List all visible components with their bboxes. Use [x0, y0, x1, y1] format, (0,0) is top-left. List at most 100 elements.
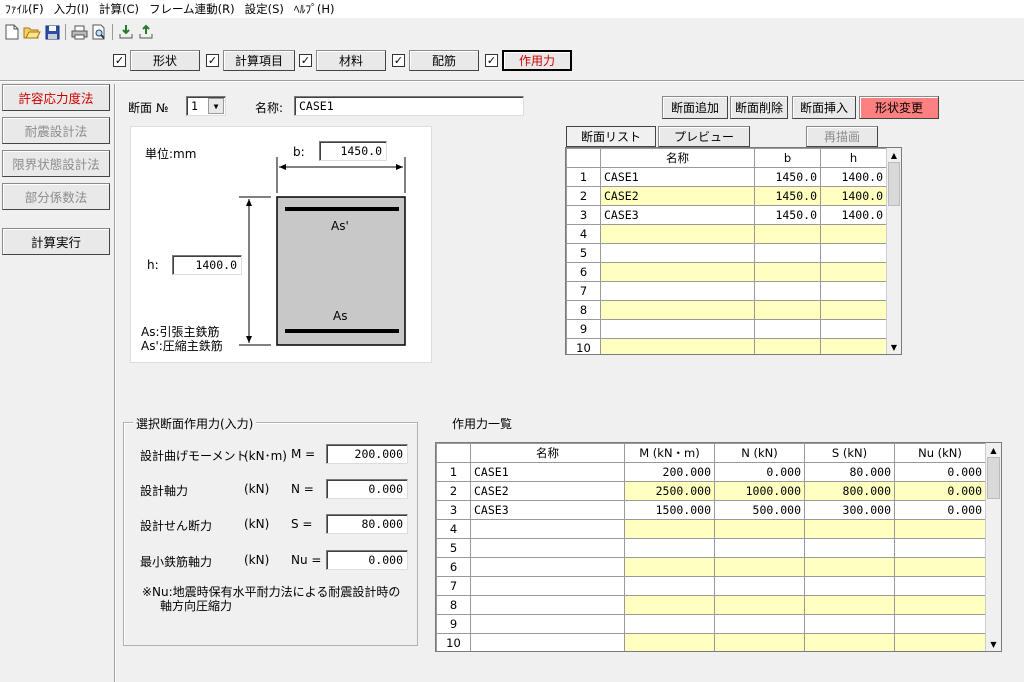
tab-force[interactable]: 作用力	[502, 50, 572, 71]
section-list-scrollbar[interactable]: ▲ ▼	[886, 148, 901, 354]
table-row[interactable]: 2 CASE2 2500.000 1000.000 800.000 0.000	[436, 481, 986, 501]
moment-cell[interactable]	[624, 633, 715, 651]
shear-cell[interactable]	[804, 557, 895, 577]
chevron-down-icon[interactable]: ▼	[208, 98, 224, 114]
menu-help[interactable]: ﾍﾙﾌﾟ(H)	[289, 1, 340, 17]
method-seismic-button[interactable]: 耐震設計法	[2, 117, 110, 144]
force-input-field[interactable]: 80.000	[326, 514, 408, 534]
nu-cell[interactable]: 0.000	[894, 500, 986, 520]
shear-cell[interactable]	[804, 633, 895, 651]
force-list-scrollbar[interactable]: ▲ ▼	[985, 443, 1001, 651]
h-cell[interactable]	[820, 338, 887, 354]
scroll-down-icon[interactable]: ▼	[887, 340, 901, 354]
table-row[interactable]: 7	[566, 281, 887, 301]
save-icon[interactable]	[43, 23, 61, 41]
tab-material-checkbox[interactable]: ✓	[299, 54, 312, 67]
moment-cell[interactable]: 1500.000	[624, 500, 715, 520]
nu-cell[interactable]	[894, 595, 986, 615]
moment-cell[interactable]	[624, 557, 715, 577]
tab-rebar-checkbox[interactable]: ✓	[392, 54, 405, 67]
method-allowable-stress-button[interactable]: 許容応力度法	[2, 84, 110, 111]
table-row[interactable]: 5	[436, 538, 986, 558]
method-partial-factor-button[interactable]: 部分係数法	[2, 183, 110, 210]
moment-cell[interactable]	[624, 614, 715, 634]
section-name-cell[interactable]: CASE3	[600, 205, 755, 225]
insert-section-button[interactable]: 断面挿入	[792, 96, 856, 119]
table-row[interactable]: 9	[566, 319, 887, 339]
shear-cell[interactable]	[804, 519, 895, 539]
table-row[interactable]: 8	[566, 300, 887, 320]
h-cell[interactable]	[820, 300, 887, 320]
moment-cell[interactable]: 200.000	[624, 462, 715, 482]
force-input-field[interactable]: 0.000	[326, 479, 408, 499]
table-row[interactable]: 6	[436, 557, 986, 577]
table-row[interactable]: 5	[566, 243, 887, 263]
method-limit-state-button[interactable]: 限界状態設計法	[2, 150, 110, 177]
tab-calc-items[interactable]: 計算項目	[223, 50, 295, 71]
force-input-field[interactable]: 0.000	[326, 550, 408, 570]
nu-cell[interactable]: 0.000	[894, 481, 986, 501]
table-row[interactable]: 3 CASE3 1500.000 500.000 300.000 0.000	[436, 500, 986, 520]
menu-file[interactable]: ﾌｧｲﾙ(F)	[0, 1, 49, 17]
table-row[interactable]: 7	[436, 576, 986, 596]
b-cell[interactable]: 1450.0	[754, 205, 821, 225]
axial-cell[interactable]: 1000.000	[714, 481, 805, 501]
h-cell[interactable]	[820, 319, 887, 339]
menu-settings[interactable]: 設定(S)	[240, 1, 289, 17]
h-cell[interactable]	[820, 224, 887, 244]
shear-cell[interactable]: 80.000	[804, 462, 895, 482]
menu-calc[interactable]: 計算(C)	[94, 1, 144, 17]
nu-cell[interactable]	[894, 519, 986, 539]
delete-section-button[interactable]: 断面削除	[730, 96, 788, 119]
shear-cell[interactable]: 800.000	[804, 481, 895, 501]
b-cell[interactable]	[754, 338, 821, 354]
b-cell[interactable]	[754, 224, 821, 244]
menu-input[interactable]: 入力(I)	[49, 1, 94, 17]
export-icon[interactable]	[137, 23, 155, 41]
h-cell[interactable]: 1400.0	[820, 205, 887, 225]
moment-cell[interactable]	[624, 595, 715, 615]
tab-shape-checkbox[interactable]: ✓	[113, 54, 126, 67]
section-name-cell[interactable]: CASE1	[600, 167, 755, 187]
tab-preview[interactable]: プレビュー	[658, 126, 750, 147]
table-row[interactable]: 6	[566, 262, 887, 282]
scroll-up-icon[interactable]: ▲	[986, 443, 1001, 457]
new-file-icon[interactable]	[3, 23, 21, 41]
nu-cell[interactable]	[894, 557, 986, 577]
section-no-select[interactable]: 1 ▼	[186, 96, 226, 116]
b-cell[interactable]: 1450.0	[754, 167, 821, 187]
h-cell[interactable]	[820, 243, 887, 263]
section-name-cell[interactable]: CASE2	[600, 186, 755, 206]
force-input-field[interactable]: 200.000	[326, 444, 408, 464]
h-cell[interactable]: 1400.0	[820, 186, 887, 206]
redraw-button[interactable]: 再描画	[806, 126, 878, 147]
b-cell[interactable]	[754, 300, 821, 320]
scroll-thumb[interactable]	[987, 457, 1000, 499]
tab-force-checkbox[interactable]: ✓	[485, 54, 498, 67]
shape-change-button[interactable]: 形状変更	[859, 96, 939, 119]
nu-cell[interactable]	[894, 538, 986, 558]
b-cell[interactable]	[754, 319, 821, 339]
nu-cell[interactable]	[894, 576, 986, 596]
b-cell[interactable]: 1450.0	[754, 186, 821, 206]
add-section-button[interactable]: 断面追加	[662, 96, 728, 119]
nu-cell[interactable]: 0.000	[894, 462, 986, 482]
section-name-cell[interactable]	[600, 281, 755, 301]
axial-cell[interactable]	[714, 595, 805, 615]
shear-cell[interactable]	[804, 538, 895, 558]
table-row[interactable]: 4	[566, 224, 887, 244]
import-icon[interactable]	[117, 23, 135, 41]
table-row[interactable]: 10	[566, 338, 887, 354]
table-row[interactable]: 8	[436, 595, 986, 615]
axial-cell[interactable]: 0.000	[714, 462, 805, 482]
axial-cell[interactable]: 500.000	[714, 500, 805, 520]
h-cell[interactable]	[820, 281, 887, 301]
tab-rebar[interactable]: 配筋	[409, 50, 479, 71]
tab-section-list[interactable]: 断面リスト	[566, 126, 656, 147]
menu-frame-link[interactable]: フレーム連動(R)	[144, 1, 240, 17]
table-row[interactable]: 3 CASE3 1450.0 1400.0	[566, 205, 887, 225]
tab-material[interactable]: 材料	[316, 50, 386, 71]
scroll-thumb[interactable]	[888, 162, 900, 206]
section-name-input[interactable]: CASE1	[294, 96, 524, 116]
section-name-cell[interactable]	[600, 300, 755, 320]
